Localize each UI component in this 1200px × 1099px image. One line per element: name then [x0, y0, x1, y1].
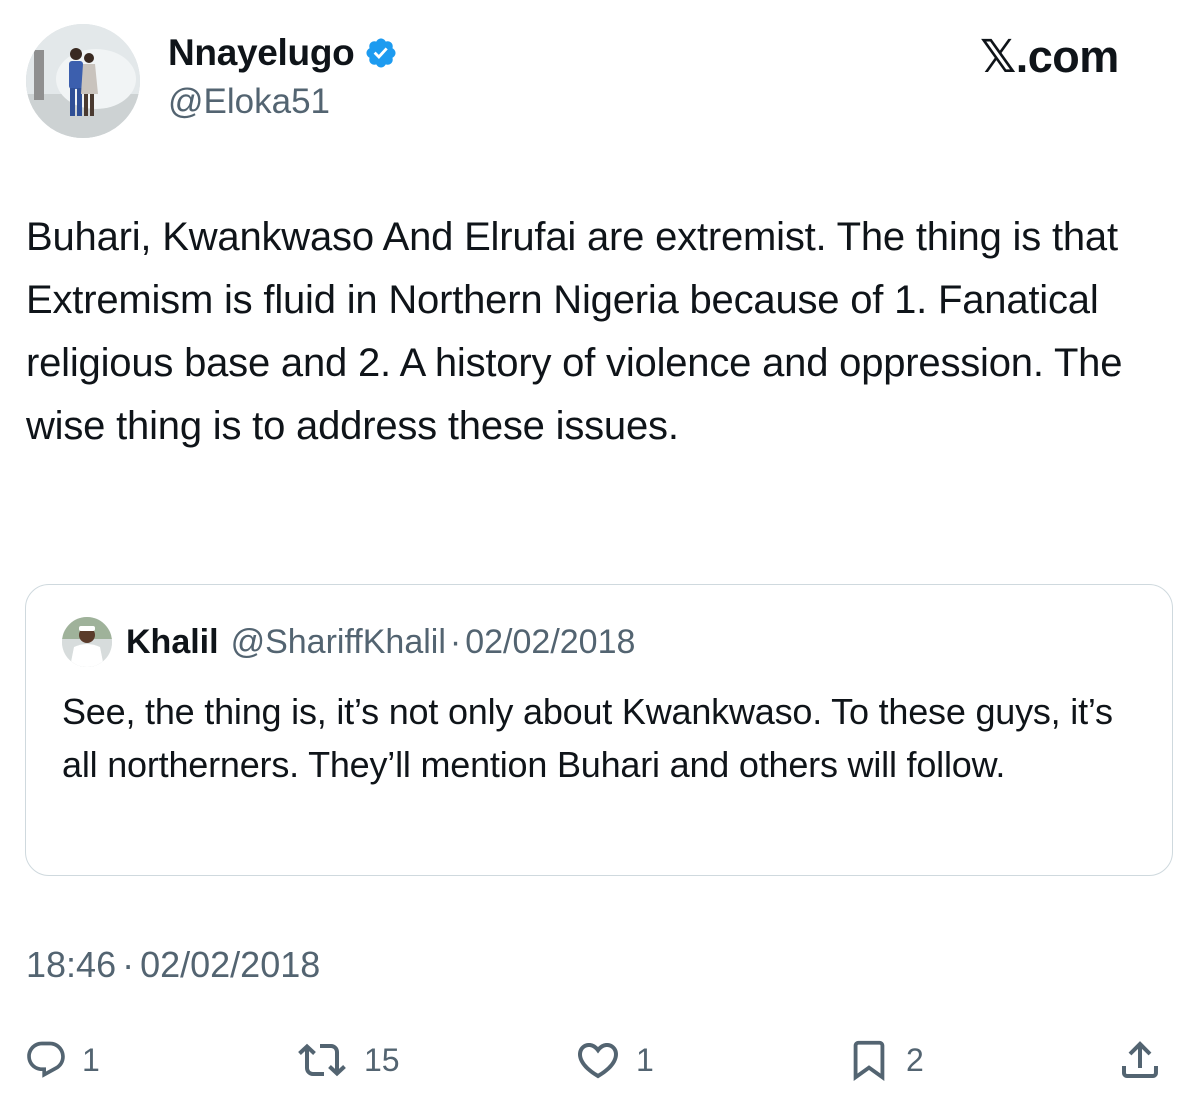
tweet-text: Buhari, Kwankwaso And Elrufai are extrem… [26, 215, 1123, 448]
share-icon [1122, 1041, 1158, 1078]
bookmark-icon [853, 1040, 885, 1081]
like-button[interactable]: 1 [574, 1030, 654, 1090]
timestamp-separator: · [122, 944, 135, 985]
author-name[interactable]: Nnayelugo [168, 32, 355, 74]
x-logo: 𝕏.com [980, 30, 1119, 83]
reply-count: 1 [82, 1041, 100, 1078]
retweet-icon [298, 1043, 346, 1077]
bookmark-button[interactable]: 2 [846, 1030, 924, 1090]
share-button[interactable] [1116, 1030, 1164, 1090]
bookmark-count: 2 [906, 1041, 924, 1078]
author-name-row: Nnayelugo [168, 30, 398, 76]
quoted-author-name[interactable]: Khalil [126, 623, 219, 662]
tweet-time: 18:46 [26, 944, 117, 985]
action-bar: 1 15 1 2 [0, 1030, 1200, 1090]
reply-icon [27, 1041, 65, 1078]
author-avatar-photo [26, 24, 140, 138]
quoted-author-handle[interactable]: @ShariffKhalil [231, 623, 446, 662]
like-count: 1 [636, 1041, 654, 1078]
quoted-author-avatar-photo [62, 617, 112, 667]
author-handle[interactable]: @Eloka51 [168, 82, 330, 122]
x-logo-text: .com [1015, 31, 1120, 82]
quoted-tweet-text: See, the thing is, it’s not only about K… [62, 691, 1113, 785]
quoted-tweet-date: 02/02/2018 [465, 622, 636, 661]
retweet-count: 15 [364, 1041, 400, 1078]
author-avatar[interactable] [26, 24, 140, 138]
tweet-timestamp[interactable]: 18:46 · 02/02/2018 [26, 944, 320, 986]
quoted-tweet-card[interactable]: Khalil @ShariffKhalil · 02/02/2018 See, … [25, 584, 1173, 876]
tweet-date: 02/02/2018 [140, 944, 321, 985]
x-logo-icon: 𝕏 [980, 30, 1016, 83]
quoted-author-avatar[interactable] [62, 617, 112, 667]
heart-icon [577, 1043, 619, 1079]
quoted-tweet-header: Khalil @ShariffKhalil · 02/02/2018 [62, 615, 635, 669]
quoted-separator: · [449, 622, 462, 661]
reply-button[interactable]: 1 [24, 1030, 100, 1090]
retweet-button[interactable]: 15 [294, 1030, 400, 1090]
verified-badge-icon [366, 38, 396, 68]
